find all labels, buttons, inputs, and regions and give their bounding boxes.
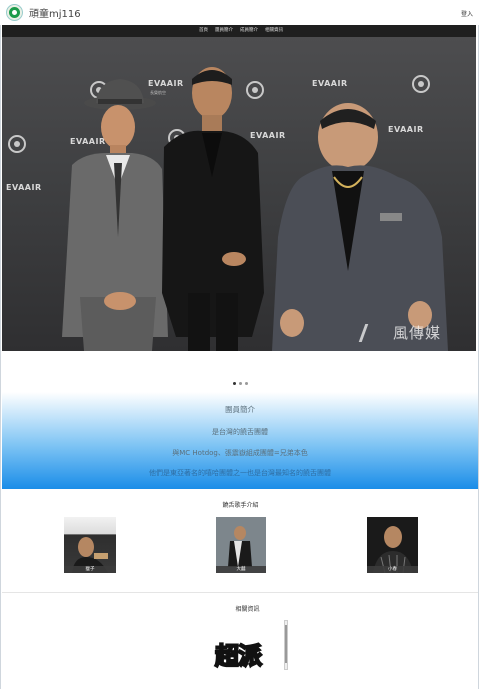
nav-item-group-intro[interactable]: 團員簡介 bbox=[215, 27, 233, 33]
news-scrollbar-thumb[interactable] bbox=[285, 625, 287, 663]
intro-line-1: 是台灣的饒舌團體 bbox=[212, 428, 268, 436]
carousel-dot-1[interactable] bbox=[233, 382, 236, 385]
group-intro-section: 團員簡介 是台灣的饒舌團體 與MC Hotdog、張震嶽組成團體=兄弟本色 他們… bbox=[2, 392, 478, 489]
intro-heading: 團員簡介 bbox=[225, 405, 255, 414]
news-logo-text: 超派 bbox=[214, 641, 263, 670]
carousel-indicators bbox=[233, 382, 248, 385]
member-name-2: 大囍 bbox=[216, 566, 266, 573]
person-right bbox=[272, 103, 448, 351]
member-name-1: 瘦子 bbox=[64, 566, 116, 573]
member-photo-3 bbox=[373, 526, 413, 573]
group-photo-figures bbox=[62, 67, 448, 351]
carousel-dot-3[interactable] bbox=[245, 382, 248, 385]
section-divider bbox=[2, 592, 478, 593]
circle-emblem-icon[interactable] bbox=[7, 5, 22, 20]
member-card-1[interactable]: 瘦子 bbox=[64, 517, 116, 573]
members-title: 饒舌歌手介紹 bbox=[222, 502, 259, 509]
news-title: 相關資訊 bbox=[235, 606, 260, 613]
person-middle bbox=[162, 67, 264, 351]
intro-line-3: 他們是東亞著名的嘻哈團體之一也是台灣最知名的饒舌團體 bbox=[149, 469, 331, 477]
member-card-3[interactable]: 小春 bbox=[367, 517, 418, 573]
intro-line-2: 與MC Hotdog、張震嶽組成團體=兄弟本色 bbox=[172, 449, 308, 457]
news-scrollbar[interactable] bbox=[284, 620, 288, 670]
nav-item-related-info[interactable]: 相關資訊 bbox=[265, 27, 283, 33]
member-name-3: 小春 bbox=[367, 566, 418, 573]
nav-item-member-intro[interactable]: 成員簡介 bbox=[240, 27, 258, 33]
top-header: 頑童mj116 登入 bbox=[0, 0, 481, 25]
news-scroll-box[interactable]: 超派 bbox=[210, 618, 290, 670]
member-photo-2 bbox=[216, 517, 266, 573]
photo-watermark: 風傳媒 bbox=[392, 324, 441, 342]
nav-item-home[interactable]: 首頁 bbox=[199, 27, 208, 33]
carousel-dot-2[interactable] bbox=[239, 382, 242, 385]
main-navbar: 首頁 團員簡介 成員簡介 相關資訊 bbox=[2, 25, 476, 37]
site-title[interactable]: 頑童mj116 bbox=[29, 5, 81, 20]
member-card-2[interactable]: 大囍 bbox=[216, 517, 266, 573]
person-left bbox=[62, 79, 168, 351]
login-link[interactable]: 登入 bbox=[461, 9, 473, 18]
hero-carousel-image[interactable]: EVAAIR EVAAIR 長榮航空 EVAAIR EVAAIR EVAAIR … bbox=[2, 37, 476, 351]
member-photo-1 bbox=[72, 537, 108, 573]
